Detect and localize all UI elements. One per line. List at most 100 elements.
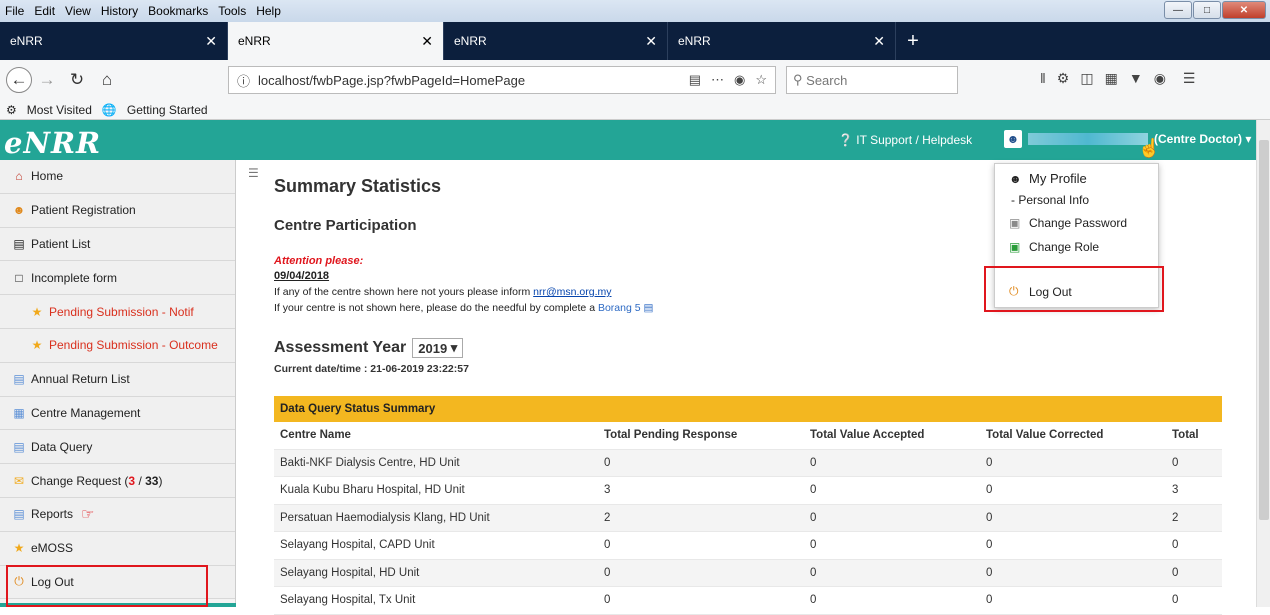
- reader-view-icon[interactable]: ▤: [689, 72, 701, 88]
- caret-down-icon: ▾: [1242, 132, 1252, 146]
- tab-close-icon[interactable]: ✕: [873, 33, 885, 50]
- app-header: eNRR ❔ IT Support / Helpdesk ☻ (Centre D…: [0, 120, 1256, 160]
- table-row[interactable]: Kuala Kubu Bharu Hospital, HD Unit 3 0 0…: [274, 477, 1222, 505]
- cell-total: 0: [1172, 456, 1179, 469]
- browser-tab[interactable]: eNRR ✕: [0, 22, 228, 60]
- sidebar-item-home[interactable]: ⌂ Home: [0, 160, 235, 194]
- info-icon[interactable]: ⓘ: [237, 71, 250, 90]
- menu-view[interactable]: View: [60, 4, 96, 18]
- menu-item-change-role[interactable]: ▣ Change Role: [1009, 240, 1099, 254]
- menu-bookmarks[interactable]: Bookmarks: [143, 4, 213, 18]
- cell-pending: 0: [604, 594, 611, 607]
- browser-tab-active[interactable]: eNRR ✕: [228, 22, 444, 60]
- new-tab-button[interactable]: +: [896, 22, 930, 60]
- sidebar-item-centre-management[interactable]: ▦ Centre Management: [0, 396, 235, 431]
- table-row[interactable]: Selayang Hospital, CAPD Unit 0 0 0 0: [274, 532, 1222, 560]
- cell-corrected: 0: [986, 511, 993, 524]
- form-icon: □: [15, 270, 23, 285]
- sidebar-item-annual-return[interactable]: ▤ Annual Return List: [0, 362, 235, 397]
- app-logo[interactable]: eNRR: [4, 126, 101, 160]
- sidebar-item-reports[interactable]: ▤ Reports ☞: [0, 497, 235, 532]
- forward-arrow-icon[interactable]: →: [32, 65, 62, 95]
- account-icon[interactable]: ◉: [1154, 70, 1166, 87]
- cell-accepted: 0: [810, 456, 817, 469]
- borang-link[interactable]: Borang 5: [598, 302, 641, 314]
- lock-icon: ▣: [1009, 216, 1021, 230]
- more-icon[interactable]: ⋯: [711, 72, 724, 88]
- chevron-down-icon: ▾: [450, 340, 458, 355]
- user-menu-toggle[interactable]: ☻ (Centre Doctor) ▾: [1004, 130, 1251, 148]
- bookmark-getting-started[interactable]: Getting Started: [127, 103, 208, 117]
- library-icon[interactable]: ‖: [1040, 70, 1046, 87]
- table-header-row: Centre Name Total Pending Response Total…: [274, 422, 1222, 450]
- sidebar-item-emoss[interactable]: ★ eMOSS: [0, 531, 235, 566]
- table-row[interactable]: Selayang Hospital, Tx Unit 0 0 0 0: [274, 587, 1222, 615]
- maximize-icon[interactable]: □: [1193, 1, 1221, 19]
- page-scrollbar[interactable]: [1256, 120, 1270, 607]
- tab-close-icon[interactable]: ✕: [205, 33, 217, 50]
- addon-icon[interactable]: ⚙: [1057, 70, 1070, 87]
- cell-centre-name: Bakti-NKF Dialysis Centre, HD Unit: [280, 456, 460, 469]
- table-row[interactable]: Selayang Hospital, HD Unit 0 0 0 0: [274, 559, 1222, 587]
- address-bar[interactable]: ⓘ localhost/fwbPage.jsp?fwbPageId=HomePa…: [228, 66, 776, 94]
- window-controls: — □ ✕: [1163, 1, 1266, 19]
- sidebar-item-data-query[interactable]: ▤ Data Query: [0, 430, 235, 465]
- sidebar-icon[interactable]: ◫: [1080, 70, 1093, 87]
- sidebar-item-change-request[interactable]: ✉ Change Request (3 / 33): [0, 464, 235, 498]
- reload-icon[interactable]: ↻: [62, 65, 92, 95]
- table-row[interactable]: Bakti-NKF Dialysis Centre, HD Unit 0 0 0…: [274, 449, 1222, 477]
- sidebar-item-pending-outcome[interactable]: ★ Pending Submission - Outcome: [0, 328, 235, 363]
- home-icon[interactable]: ⌂: [92, 65, 122, 95]
- table-row[interactable]: Persatuan Haemodialysis Klang, HD Unit 2…: [274, 504, 1222, 532]
- sidebar-item-patient-list[interactable]: ▤ Patient List: [0, 227, 235, 262]
- back-arrow-icon[interactable]: ←: [6, 67, 32, 93]
- cell-centre-name: Selayang Hospital, CAPD Unit: [280, 539, 435, 552]
- menu-item-my-profile[interactable]: ☻ My Profile: [1009, 171, 1087, 186]
- bookmark-star-icon[interactable]: ☆: [755, 72, 767, 88]
- assessment-year-select[interactable]: 2019 ▾: [412, 338, 464, 358]
- scrollbar-thumb[interactable]: [1259, 140, 1269, 520]
- switch-role-icon: ▣: [1009, 240, 1021, 254]
- browser-tab[interactable]: eNRR ✕: [444, 22, 668, 60]
- page-title: Summary Statistics: [274, 176, 442, 196]
- menu-help[interactable]: Help: [251, 4, 286, 18]
- cell-total: 0: [1172, 566, 1179, 579]
- hamburger-menu-icon[interactable]: ☰: [1183, 70, 1196, 87]
- menu-item-personal-info[interactable]: - Personal Info: [1011, 193, 1089, 207]
- cell-pending: 0: [604, 539, 611, 552]
- tab-title: eNRR: [238, 34, 271, 48]
- sidebar-item-incomplete-form[interactable]: □ Incomplete form: [0, 261, 235, 296]
- sidebar-item-patient-registration[interactable]: ☻ Patient Registration: [0, 193, 235, 228]
- column-header: Total Value Accepted: [810, 429, 925, 442]
- minimize-icon[interactable]: —: [1164, 1, 1192, 19]
- tab-close-icon[interactable]: ✕: [645, 33, 657, 50]
- bookmark-most-visited[interactable]: Most Visited: [27, 103, 92, 117]
- sidebar-item-pending-notif[interactable]: ★ Pending Submission - Notif: [0, 295, 235, 329]
- profile-icon: ☻: [1009, 171, 1022, 186]
- url-text[interactable]: localhost/fwbPage.jsp?fwbPageId=HomePage: [258, 73, 525, 88]
- menu-history[interactable]: History: [96, 4, 143, 18]
- assessment-year-label: Assessment Year: [274, 339, 407, 356]
- menu-file[interactable]: File: [0, 4, 29, 18]
- menu-item-change-password[interactable]: ▣ Change Password: [1009, 216, 1127, 230]
- word-document-icon[interactable]: ▤: [644, 302, 654, 314]
- pocket-icon[interactable]: ◉: [734, 72, 745, 88]
- tab-close-icon[interactable]: ✕: [421, 33, 433, 50]
- chart-icon: ▤: [13, 507, 25, 522]
- helpdesk-link[interactable]: ❔ IT Support / Helpdesk: [838, 133, 972, 147]
- close-icon[interactable]: ✕: [1222, 1, 1266, 19]
- cell-accepted: 0: [810, 566, 817, 579]
- extension-icon[interactable]: ▼: [1129, 70, 1143, 87]
- search-input[interactable]: ⚲ Search: [786, 66, 958, 94]
- notice-line-2: If your centre is not shown here, please…: [274, 302, 653, 314]
- collapse-menu-icon[interactable]: ☰: [248, 166, 259, 180]
- menu-tools[interactable]: Tools: [213, 4, 251, 18]
- email-link[interactable]: nrr@msn.org.my: [533, 286, 611, 298]
- cell-accepted: 0: [810, 511, 817, 524]
- menu-edit[interactable]: Edit: [29, 4, 60, 18]
- notice-line-1: If any of the centre shown here not your…: [274, 286, 612, 298]
- browser-tab[interactable]: eNRR ✕: [668, 22, 896, 60]
- assessment-year-row: Assessment Year 2019 ▾: [274, 338, 464, 358]
- screenshot-icon[interactable]: ▦: [1105, 70, 1118, 87]
- star-icon: ★: [31, 338, 43, 353]
